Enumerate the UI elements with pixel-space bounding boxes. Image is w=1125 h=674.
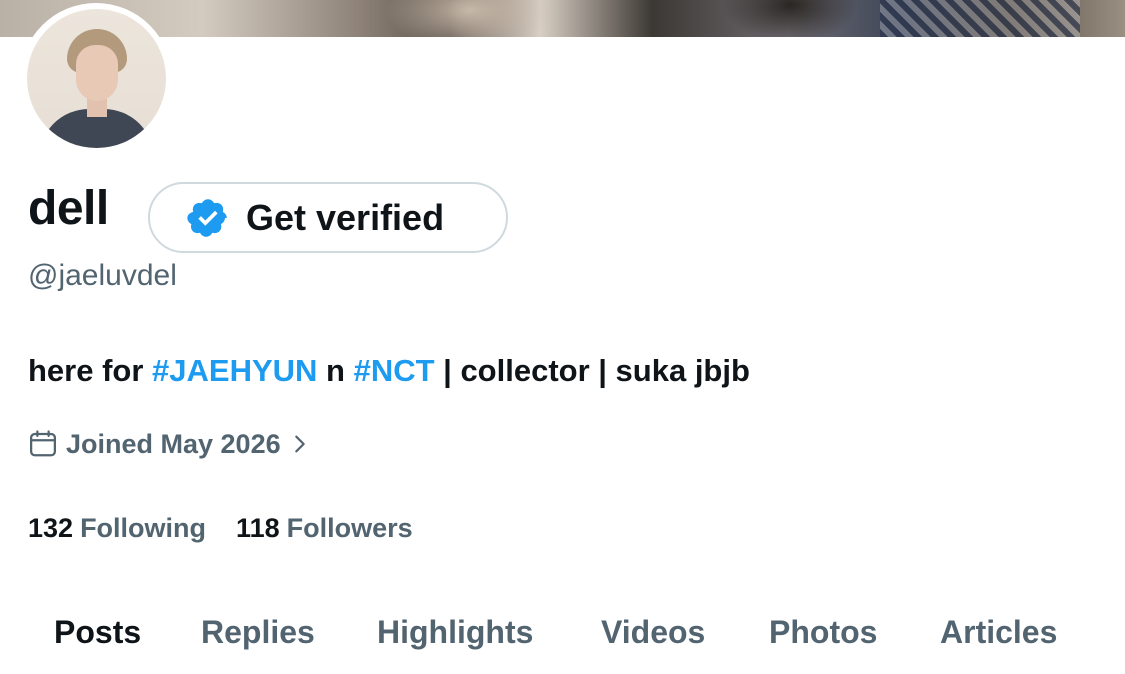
- verified-badge-icon: [187, 198, 227, 237]
- avatar[interactable]: [27, 9, 166, 148]
- followers-count: 118: [236, 513, 280, 543]
- bio-text-1: here for: [28, 353, 153, 388]
- calendar-icon: [30, 430, 56, 457]
- followers-link[interactable]: 118 Followers: [236, 508, 413, 548]
- tab-highlights[interactable]: Highlights: [377, 604, 533, 660]
- joined-date[interactable]: Joined May 2026: [28, 424, 311, 464]
- profile-banner[interactable]: [0, 0, 1125, 37]
- following-count: 132: [28, 513, 74, 543]
- joined-label: Joined May 2026: [66, 428, 281, 459]
- profile-tabs: Posts Replies Highlights Videos Photos A…: [0, 604, 1125, 664]
- bio-text-2: n: [317, 353, 354, 388]
- followers-label: Followers: [286, 513, 413, 543]
- get-verified-label: Get verified: [246, 196, 445, 238]
- profile-bio: here for #JAEHYUN n #NCT | collector | s…: [28, 350, 750, 392]
- following-label: Following: [80, 513, 207, 543]
- bio-text-3: | collector | suka jbjb: [434, 353, 750, 388]
- display-name: dell: [28, 182, 109, 235]
- tab-posts[interactable]: Posts: [54, 604, 141, 660]
- username-handle: @jaeluvdel: [28, 259, 177, 292]
- tab-replies[interactable]: Replies: [201, 604, 315, 660]
- avatar-face: [76, 45, 118, 101]
- chevron-right-icon: [294, 435, 305, 453]
- tab-photos[interactable]: Photos: [769, 604, 877, 660]
- following-link[interactable]: 132 Following: [28, 508, 206, 548]
- tab-articles[interactable]: Articles: [940, 604, 1057, 660]
- follow-stats: 132 Following 118 Followers: [28, 508, 443, 548]
- hashtag-link-nct[interactable]: #NCT: [354, 353, 435, 388]
- get-verified-button[interactable]: Get verified: [148, 182, 508, 253]
- tab-videos[interactable]: Videos: [601, 604, 705, 660]
- hashtag-link-jaehyun[interactable]: #JAEHYUN: [152, 353, 317, 388]
